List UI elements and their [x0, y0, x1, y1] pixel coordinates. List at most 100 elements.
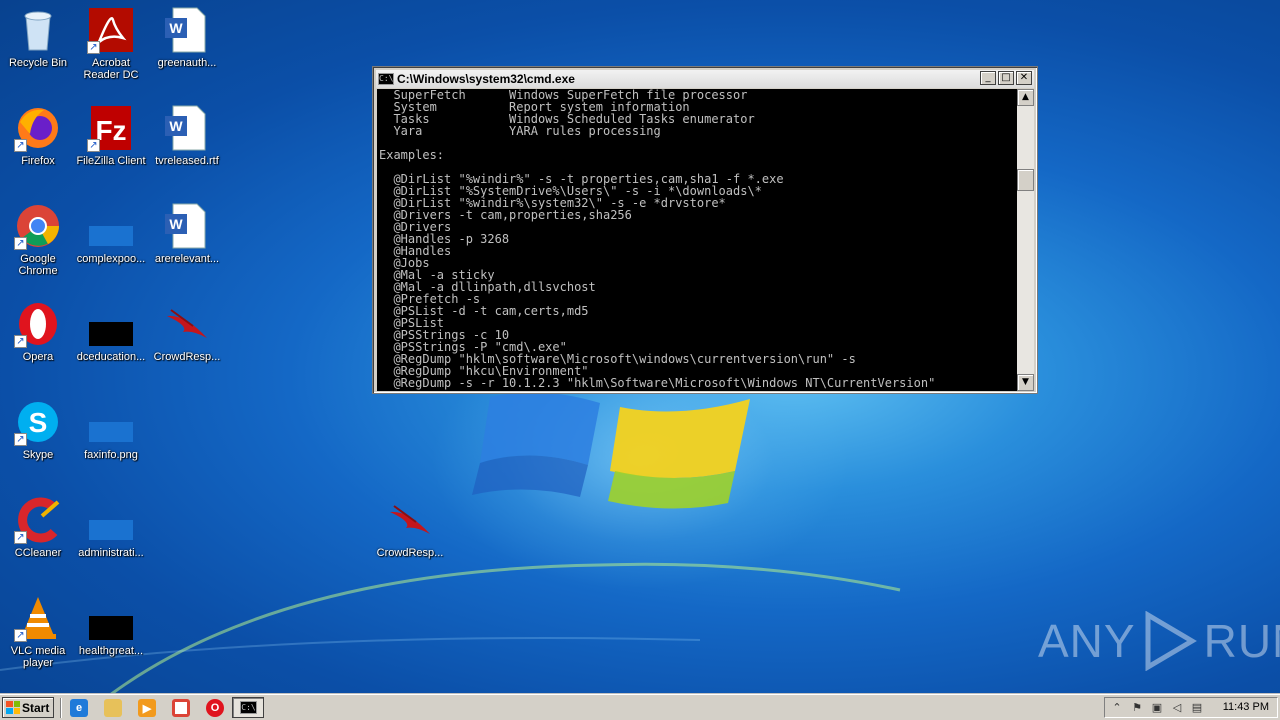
shortcut-arrow-icon: ↗	[14, 433, 27, 446]
desktop-icon-label: CrowdResp...	[153, 351, 221, 363]
taskbar: Start e ▶ O C:\ ⌃ ⚑ ▣ ◁ ▤ 11:43 PM	[0, 694, 1280, 720]
desktop-icon-healthgreat[interactable]: healthgreat...	[73, 594, 149, 684]
cmd-window-icon: C:\	[378, 73, 394, 85]
desktop-icon-filezilla[interactable]: Fz ↗ FileZilla Client	[73, 104, 149, 194]
opera-icon: ↗	[14, 300, 62, 348]
taskbar-cmd-button[interactable]: C:\	[232, 697, 264, 718]
desktop-icon-complexpoo[interactable]: complexpoo...	[73, 202, 149, 292]
taskbar-separator	[60, 698, 62, 718]
cmd-window[interactable]: C:\ C:\Windows\system32\cmd.exe _ □ ✕ Su…	[372, 66, 1038, 394]
desktop-icon-dceducation[interactable]: dceducation...	[73, 300, 149, 390]
console-output[interactable]: SuperFetch Windows SuperFetch file proce…	[377, 89, 1017, 391]
minimize-button[interactable]: _	[980, 71, 996, 85]
desktop-icon-ccleaner[interactable]: ↗ CCleaner	[0, 496, 76, 586]
chevron-up-icon[interactable]: ⌃	[1109, 700, 1125, 716]
blank-file-icon	[87, 496, 135, 544]
volume-icon[interactable]: ◁	[1169, 700, 1185, 716]
windows-logo-wallpaper	[472, 392, 750, 509]
shortcut-arrow-icon: ↗	[14, 139, 27, 152]
desktop-icon-label: healthgreat...	[78, 645, 144, 657]
desktop-icon-firefox[interactable]: ↗ Firefox	[0, 104, 76, 194]
svg-text:W: W	[169, 118, 183, 134]
flag-icon[interactable]: ⚑	[1129, 700, 1145, 716]
desktop-icon-greenauth[interactable]: W greenauth...	[149, 6, 225, 96]
anyrun-watermark: ANY RUN	[1038, 606, 1280, 676]
svg-text:Fz: Fz	[95, 115, 126, 146]
opera-icon[interactable]: O	[206, 699, 224, 717]
shortcut-arrow-icon: ↗	[87, 41, 100, 54]
crowdresponse-icon	[386, 496, 434, 544]
chrome-icon[interactable]	[172, 699, 190, 717]
word-doc-icon: W	[163, 6, 211, 54]
play-logo-icon	[1145, 611, 1197, 671]
black-file-icon	[87, 594, 135, 642]
desktop-icon-label: FileZilla Client	[76, 155, 146, 167]
desktop-icon-label: dceducation...	[76, 351, 146, 363]
watermark-text-left: ANY	[1038, 615, 1136, 667]
black-file-icon	[87, 300, 135, 348]
desktop-icon-crowdresp-1[interactable]: CrowdResp...	[149, 300, 225, 390]
cmd-title-bar[interactable]: C:\ C:\Windows\system32\cmd.exe _ □ ✕	[376, 70, 1034, 88]
start-label: Start	[22, 700, 50, 715]
word-doc-icon: W	[163, 104, 211, 152]
chrome-icon: ↗	[14, 202, 62, 250]
scroll-up-button[interactable]: ▲	[1017, 89, 1034, 106]
desktop-icon-crowdresp-2[interactable]: CrowdResp...	[372, 496, 448, 586]
ie-icon[interactable]: e	[70, 699, 88, 717]
maximize-button[interactable]: □	[998, 71, 1014, 85]
window-controls: _ □ ✕	[980, 71, 1032, 85]
desktop-icon-label: CrowdResp...	[376, 547, 444, 559]
scroll-thumb[interactable]	[1017, 169, 1034, 191]
windows-flag-icon	[6, 701, 20, 714]
firefox-icon: ↗	[14, 104, 62, 152]
desktop-icon-opera[interactable]: ↗ Opera	[0, 300, 76, 390]
svg-text:S: S	[29, 407, 48, 438]
console-scrollbar[interactable]: ▲ ▼	[1017, 89, 1034, 391]
desktop-icon-label: VLC media player	[10, 645, 66, 669]
start-button[interactable]: Start	[2, 697, 54, 718]
recycle-bin-icon	[14, 6, 62, 54]
close-button[interactable]: ✕	[1016, 71, 1032, 85]
shortcut-arrow-icon: ↗	[87, 139, 100, 152]
console-text: SuperFetch Windows SuperFetch file proce…	[379, 89, 936, 390]
scroll-down-button[interactable]: ▼	[1017, 374, 1034, 391]
desktop-icon-label: Firefox	[21, 155, 55, 167]
watermark-text-right: RUN	[1203, 615, 1280, 667]
shortcut-arrow-icon: ↗	[14, 237, 27, 250]
desktop-icon-faxinfo[interactable]: faxinfo.png	[73, 398, 149, 488]
desktop-icon-label: complexpoo...	[76, 253, 146, 265]
desktop-icon-label: faxinfo.png	[84, 449, 138, 461]
blank-file-icon	[87, 202, 135, 250]
media-player-icon[interactable]: ▶	[138, 699, 156, 717]
shortcut-arrow-icon: ↗	[14, 629, 27, 642]
svg-text:W: W	[169, 216, 183, 232]
shortcut-arrow-icon: ↗	[14, 335, 27, 348]
blank-file-icon	[87, 398, 135, 446]
clock[interactable]: 11:43 PM	[1223, 701, 1269, 713]
explorer-icon[interactable]	[104, 699, 122, 717]
desktop-icon-chrome[interactable]: ↗ Google Chrome	[0, 202, 76, 292]
desktop-icon-label: Recycle Bin	[8, 57, 68, 69]
desktop-icon-tvreleased[interactable]: W tvreleased.rtf	[149, 104, 225, 194]
word-doc-icon: W	[163, 202, 211, 250]
ccleaner-icon: ↗	[14, 496, 62, 544]
desktop-icon-label: Opera	[22, 351, 54, 363]
desktop-icon-label: arerelevant...	[154, 253, 220, 265]
desktop-icon-recycle-bin[interactable]: Recycle Bin	[0, 6, 76, 96]
desktop-icon-administrati[interactable]: administrati...	[73, 496, 149, 586]
filezilla-icon: Fz ↗	[87, 104, 135, 152]
desktop-icon-arerelevant[interactable]: W arerelevant...	[149, 202, 225, 292]
desktop-icon-skype[interactable]: S ↗ Skype	[0, 398, 76, 488]
network-icon[interactable]: ▣	[1149, 700, 1165, 716]
desktop-icon-label: Skype	[22, 449, 54, 461]
vlc-icon: ↗	[14, 594, 62, 642]
keyboard-icon[interactable]: ▤	[1189, 700, 1205, 716]
shortcut-arrow-icon: ↗	[14, 531, 27, 544]
acrobat-icon: ↗	[87, 6, 135, 54]
cmd-taskbar-icon: C:\	[240, 701, 257, 714]
desktop-icon-acrobat[interactable]: ↗ Acrobat Reader DC	[73, 6, 149, 96]
desktop-icon-vlc[interactable]: ↗ VLC media player	[0, 594, 76, 684]
desktop-icon-label: greenauth...	[157, 57, 217, 69]
desktop-icon-label: administrati...	[78, 547, 144, 559]
svg-text:W: W	[169, 20, 183, 36]
